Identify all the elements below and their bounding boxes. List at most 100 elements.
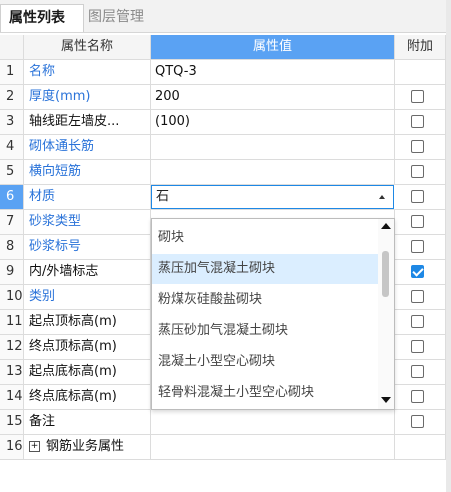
- attach-checkbox[interactable]: [411, 340, 424, 353]
- add-column-cell: [395, 310, 446, 334]
- add-column-cell: [395, 260, 446, 284]
- row-number: 15: [0, 410, 24, 434]
- dropdown-option[interactable]: 蒸压加气混凝土砌块: [152, 254, 378, 284]
- row-number: 10: [0, 285, 24, 309]
- property-value[interactable]: [151, 160, 395, 184]
- header-add: 附加: [395, 35, 446, 59]
- property-value[interactable]: QTQ-3: [151, 60, 395, 84]
- property-name: 终点底标高(m): [24, 385, 151, 409]
- table-row[interactable]: 1 名称 QTQ-3: [0, 60, 446, 85]
- dropdown-option[interactable]: 蒸压砂加气混凝土砌块: [152, 316, 378, 346]
- header-num-cell: [0, 35, 24, 59]
- property-name: 横向短筋: [24, 160, 151, 184]
- table-row[interactable]: 2 厚度(mm) 200: [0, 85, 446, 110]
- add-column-cell: [395, 160, 446, 184]
- attach-checkbox[interactable]: [411, 215, 424, 228]
- dropdown-caret-icon[interactable]: [379, 195, 385, 199]
- attach-checkbox[interactable]: [411, 315, 424, 328]
- property-name: 砂浆类型: [24, 210, 151, 234]
- property-name: 砂浆标号: [24, 235, 151, 259]
- table-row[interactable]: 4 砌体通长筋: [0, 135, 446, 160]
- header-name: 属性名称: [24, 35, 151, 59]
- add-column-cell: [395, 285, 446, 309]
- scroll-thumb[interactable]: [382, 251, 389, 297]
- attach-checkbox[interactable]: [411, 365, 424, 378]
- attach-checkbox[interactable]: [411, 240, 424, 253]
- attach-checkbox[interactable]: [411, 190, 424, 203]
- group-label: 钢筋业务属性: [46, 439, 125, 454]
- property-name: 名称: [24, 60, 151, 84]
- add-column-cell: [395, 435, 446, 459]
- row-number: 9: [0, 260, 24, 284]
- property-name: + 钢筋业务属性: [24, 435, 151, 459]
- panel-edge: [446, 0, 451, 492]
- attach-checkbox[interactable]: [411, 90, 424, 103]
- add-column-cell: [395, 85, 446, 109]
- row-number: 16: [0, 435, 24, 459]
- row-number: 5: [0, 160, 24, 184]
- property-value[interactable]: [151, 135, 395, 159]
- attach-checkbox[interactable]: [411, 165, 424, 178]
- row-number: 6: [0, 185, 24, 209]
- panel-tab-bar: 属性列表 图层管理: [0, 0, 451, 33]
- row-number: 1: [0, 60, 24, 84]
- material-combobox[interactable]: 石: [151, 185, 394, 209]
- grid-header: 属性名称 属性值 附加: [0, 35, 446, 60]
- add-column-cell: [395, 110, 446, 134]
- property-name: 类别: [24, 285, 151, 309]
- row-number: 7: [0, 210, 24, 234]
- tab-property-list[interactable]: 属性列表: [0, 4, 84, 32]
- attach-checkbox[interactable]: [411, 140, 424, 153]
- property-name: 材质: [24, 185, 151, 209]
- dropdown-option[interactable]: 轻骨料混凝土小型空心砌块: [152, 378, 378, 408]
- row-number: 2: [0, 85, 24, 109]
- expand-plus-icon[interactable]: +: [29, 441, 40, 452]
- material-dropdown-list[interactable]: 砌块 蒸压加气混凝土砌块 粉煤灰硅酸盐砌块 蒸压砂加气混凝土砌块 混凝土小型空心砌块 轻骨…: [151, 218, 395, 410]
- attach-checkbox[interactable]: [411, 415, 424, 428]
- table-row[interactable]: 5 横向短筋: [0, 160, 446, 185]
- add-column-cell: [395, 210, 446, 234]
- property-name: 内/外墙标志: [24, 260, 151, 284]
- dropdown-option[interactable]: 混凝土小型空心砌块: [152, 347, 378, 377]
- header-value: 属性值: [151, 35, 395, 59]
- dropdown-option[interactable]: 砌块: [152, 223, 378, 253]
- add-column-cell: [395, 135, 446, 159]
- property-name: 砌体通长筋: [24, 135, 151, 159]
- property-name: 备注: [24, 410, 151, 434]
- add-column-cell: [395, 60, 446, 84]
- row-number: 12: [0, 335, 24, 359]
- property-value[interactable]: (100): [151, 110, 395, 134]
- property-name: 终点顶标高(m): [24, 335, 151, 359]
- add-column-cell: [395, 235, 446, 259]
- row-number: 8: [0, 235, 24, 259]
- table-row[interactable]: 6 材质石: [0, 185, 446, 210]
- tab-layer-management[interactable]: 图层管理: [80, 4, 152, 31]
- row-number: 14: [0, 385, 24, 409]
- scroll-down-arrow-icon[interactable]: [381, 397, 391, 403]
- row-number: 11: [0, 310, 24, 334]
- add-column-cell: [395, 385, 446, 409]
- attach-checkbox[interactable]: [411, 290, 424, 303]
- property-value[interactable]: [151, 410, 395, 434]
- row-number: 13: [0, 360, 24, 384]
- property-name: 起点顶标高(m): [24, 310, 151, 334]
- property-value[interactable]: [151, 435, 395, 459]
- scroll-up-arrow-icon[interactable]: [381, 223, 391, 229]
- attach-checkbox[interactable]: [411, 265, 424, 278]
- attach-checkbox[interactable]: [411, 115, 424, 128]
- add-column-cell: [395, 360, 446, 384]
- property-value[interactable]: 200: [151, 85, 395, 109]
- dropdown-scrollbar[interactable]: [378, 219, 394, 409]
- dropdown-option[interactable]: 粉煤灰硅酸盐砌块: [152, 285, 378, 315]
- add-column-cell: [395, 410, 446, 434]
- property-name: 轴线距左墙皮...: [24, 110, 151, 134]
- table-row[interactable]: 3 轴线距左墙皮... (100): [0, 110, 446, 135]
- row-number: 4: [0, 135, 24, 159]
- table-row[interactable]: 15 备注: [0, 410, 446, 435]
- table-row[interactable]: 16 + 钢筋业务属性: [0, 435, 446, 460]
- property-name: 起点底标高(m): [24, 360, 151, 384]
- material-input-value[interactable]: 石: [156, 189, 169, 204]
- add-column-cell: [395, 185, 446, 209]
- property-name: 厚度(mm): [24, 85, 151, 109]
- attach-checkbox[interactable]: [411, 390, 424, 403]
